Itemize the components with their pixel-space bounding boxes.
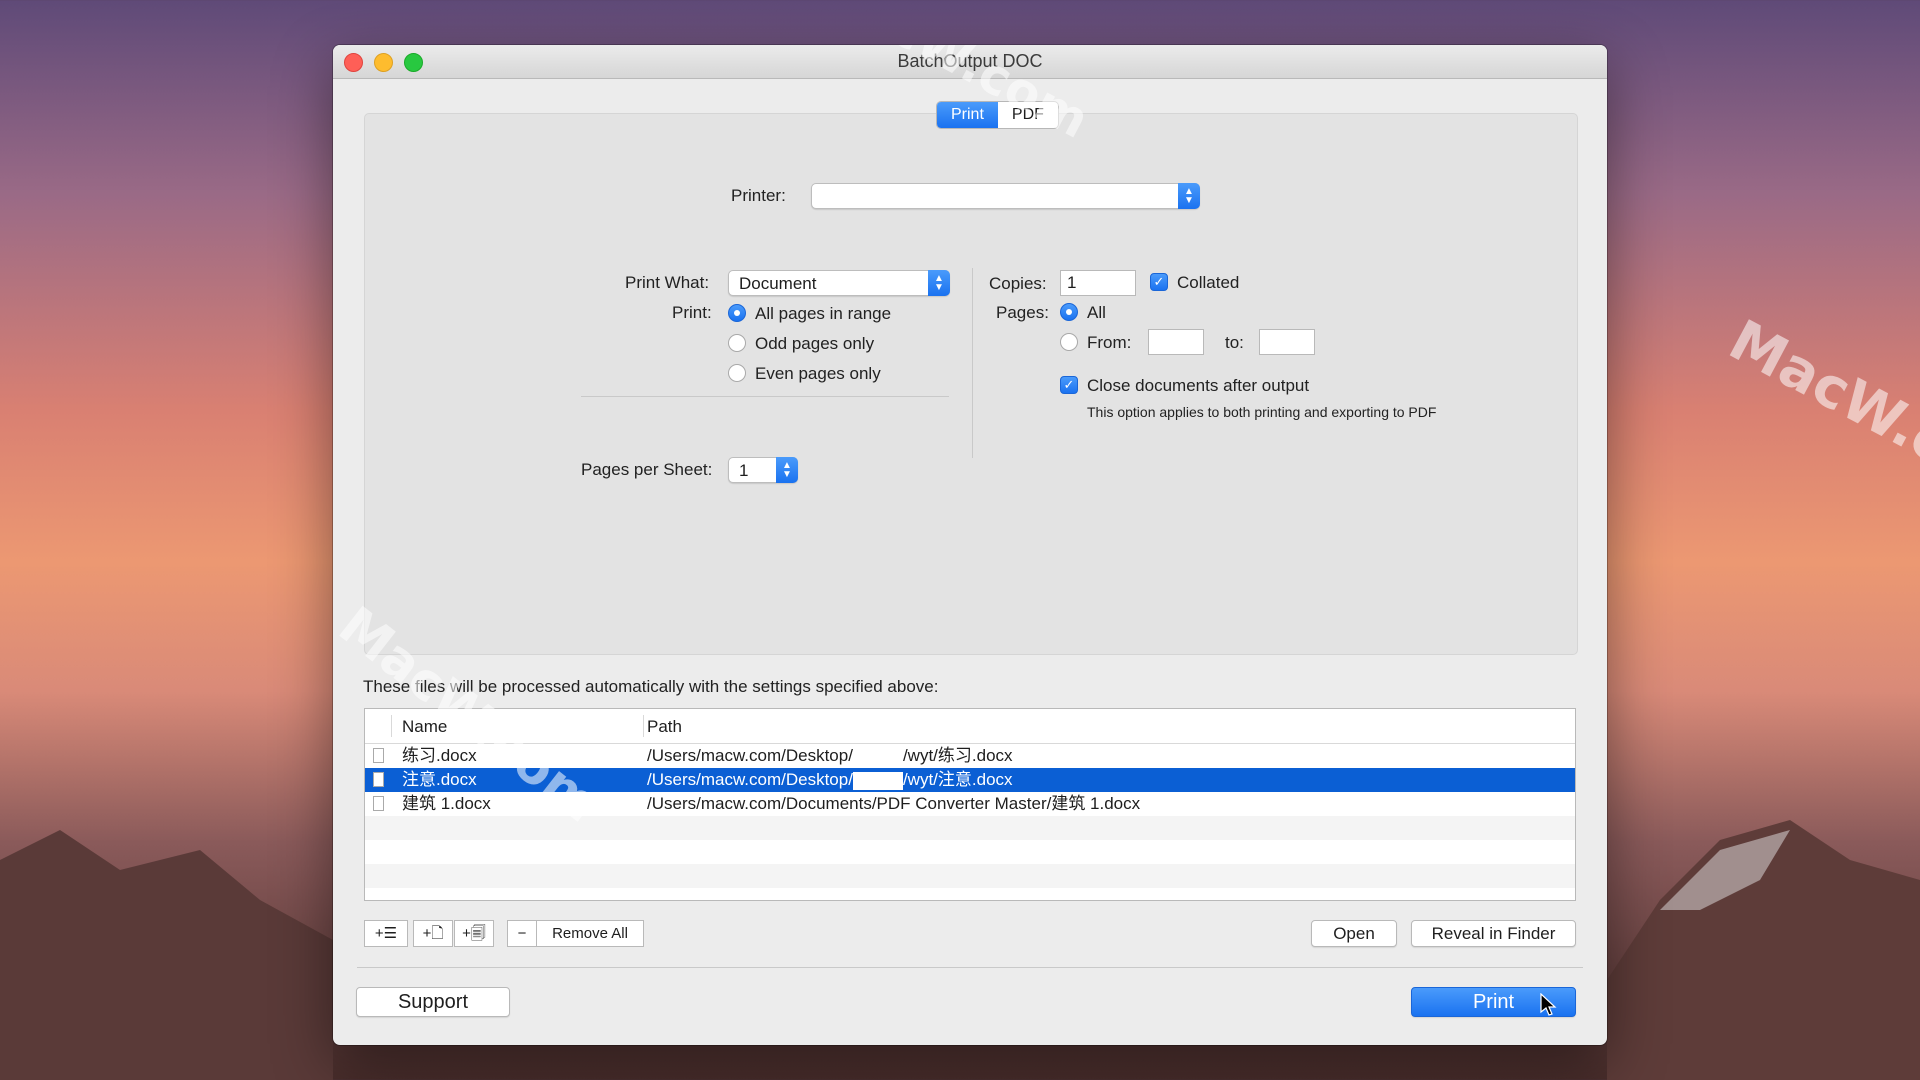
radio-pages-from[interactable] xyxy=(1060,333,1078,351)
close-window-button[interactable] xyxy=(344,53,363,72)
close-docs-checkbox[interactable]: ✓ xyxy=(1060,376,1078,394)
close-docs-label: Close documents after output xyxy=(1087,376,1310,395)
settings-panel: Print PDF Printer: ▲ ▼ Print What: Docume… xyxy=(364,101,1578,655)
chevron-updown-icon: ▲ ▼ xyxy=(928,270,950,296)
pages-per-sheet-label: Pages per Sheet: xyxy=(581,460,713,479)
support-button[interactable]: Support xyxy=(356,987,510,1017)
column-separator xyxy=(643,715,644,737)
to-page-input[interactable] xyxy=(1259,329,1315,355)
print-range-label: Print: xyxy=(672,303,712,322)
table-row[interactable]: 注意.docx /Users/macw.com/Desktop//wyt/注意.… xyxy=(365,768,1575,792)
zoom-window-button[interactable] xyxy=(404,53,423,72)
print-what-value: Document xyxy=(739,274,817,293)
files-table: Name Path 练习.docx /Users/macw.com/Deskto… xyxy=(364,708,1576,901)
copies-input[interactable]: 1 xyxy=(1060,270,1136,296)
add-folder-button[interactable]: +🗐 xyxy=(454,920,494,947)
open-button[interactable]: Open xyxy=(1311,920,1397,947)
document-icon xyxy=(373,748,384,763)
printer-popup[interactable]: ▲ ▼ xyxy=(811,183,1200,209)
title-bar: BatchOutput DOC xyxy=(333,45,1607,79)
print-what-popup[interactable]: Document ▲ ▼ xyxy=(728,270,950,296)
table-header: Name Path xyxy=(365,709,1575,744)
from-label: From: xyxy=(1087,333,1132,352)
tab-pdf[interactable]: PDF xyxy=(998,102,1058,128)
from-page-input[interactable] xyxy=(1148,329,1204,355)
close-docs-note: This option applies to both printing and… xyxy=(1087,404,1437,420)
radio-pages-all[interactable] xyxy=(1060,303,1078,321)
file-path: /Users/macw.com/Desktop//wyt/练习.docx xyxy=(647,746,1013,766)
copies-label: Copies: xyxy=(989,274,1047,293)
table-row[interactable]: 建筑 1.docx /Users/macw.com/Documents/PDF … xyxy=(365,792,1575,816)
remove-button[interactable]: − xyxy=(507,920,537,947)
app-window: BatchOutput DOC Print PDF Printer: ▲ ▼ Pr… xyxy=(333,45,1607,1045)
column-separator xyxy=(391,715,392,737)
minimize-window-button[interactable] xyxy=(374,53,393,72)
empty-row xyxy=(365,816,1575,840)
file-name: 建筑 1.docx xyxy=(402,794,491,813)
window-title: BatchOutput DOC xyxy=(897,51,1043,71)
pages-per-sheet-value: 1 xyxy=(739,461,749,480)
vertical-divider xyxy=(972,268,973,458)
empty-row xyxy=(365,864,1575,888)
column-header-path[interactable]: Path xyxy=(647,717,682,737)
tab-print[interactable]: Print xyxy=(937,102,998,128)
printer-label: Printer: xyxy=(731,186,786,205)
file-name: 注意.docx xyxy=(402,770,477,789)
empty-row xyxy=(365,840,1575,864)
radio-even-pages[interactable] xyxy=(728,364,746,382)
add-list-button[interactable]: +☰ xyxy=(364,920,408,947)
mode-segmented-control: Print PDF xyxy=(936,101,1059,129)
radio-pages-all-label: All xyxy=(1087,303,1106,322)
column-header-name[interactable]: Name xyxy=(402,717,447,737)
table-row[interactable]: 练习.docx /Users/macw.com/Desktop//wyt/练习.… xyxy=(365,744,1575,768)
files-caption: These files will be processed automatica… xyxy=(363,677,939,696)
document-icon xyxy=(373,772,384,787)
print-what-label: Print What: xyxy=(625,273,710,292)
pages-label: Pages: xyxy=(996,303,1049,322)
collated-checkbox[interactable]: ✓ xyxy=(1150,273,1168,291)
radio-odd-pages[interactable] xyxy=(728,334,746,352)
pages-per-sheet-stepper[interactable]: 1 ▲ ▼ xyxy=(728,457,798,483)
to-label: to: xyxy=(1225,333,1244,352)
radio-odd-pages-label: Odd pages only xyxy=(755,334,875,353)
mouse-cursor-icon xyxy=(1540,993,1557,1016)
reveal-in-finder-button[interactable]: Reveal in Finder xyxy=(1411,920,1576,947)
chevron-updown-icon: ▲ ▼ xyxy=(1178,183,1200,209)
remove-all-button[interactable]: Remove All xyxy=(536,920,644,947)
divider xyxy=(581,396,949,397)
watermark-text: MacW.c xyxy=(1718,307,1920,478)
chevron-updown-icon: ▲ ▼ xyxy=(776,457,798,483)
file-name: 练习.docx xyxy=(402,746,477,765)
file-path: /Users/macw.com/Desktop//wyt/注意.docx xyxy=(647,770,1013,790)
radio-even-pages-label: Even pages only xyxy=(755,364,881,383)
document-icon xyxy=(373,796,384,811)
divider xyxy=(357,967,1583,968)
radio-all-pages[interactable] xyxy=(728,304,746,322)
collated-label: Collated xyxy=(1177,273,1240,292)
file-path: /Users/macw.com/Documents/PDF Converter … xyxy=(647,794,1141,813)
radio-all-pages-label: All pages in range xyxy=(755,304,892,323)
add-file-button[interactable]: +🗋 xyxy=(413,920,453,947)
